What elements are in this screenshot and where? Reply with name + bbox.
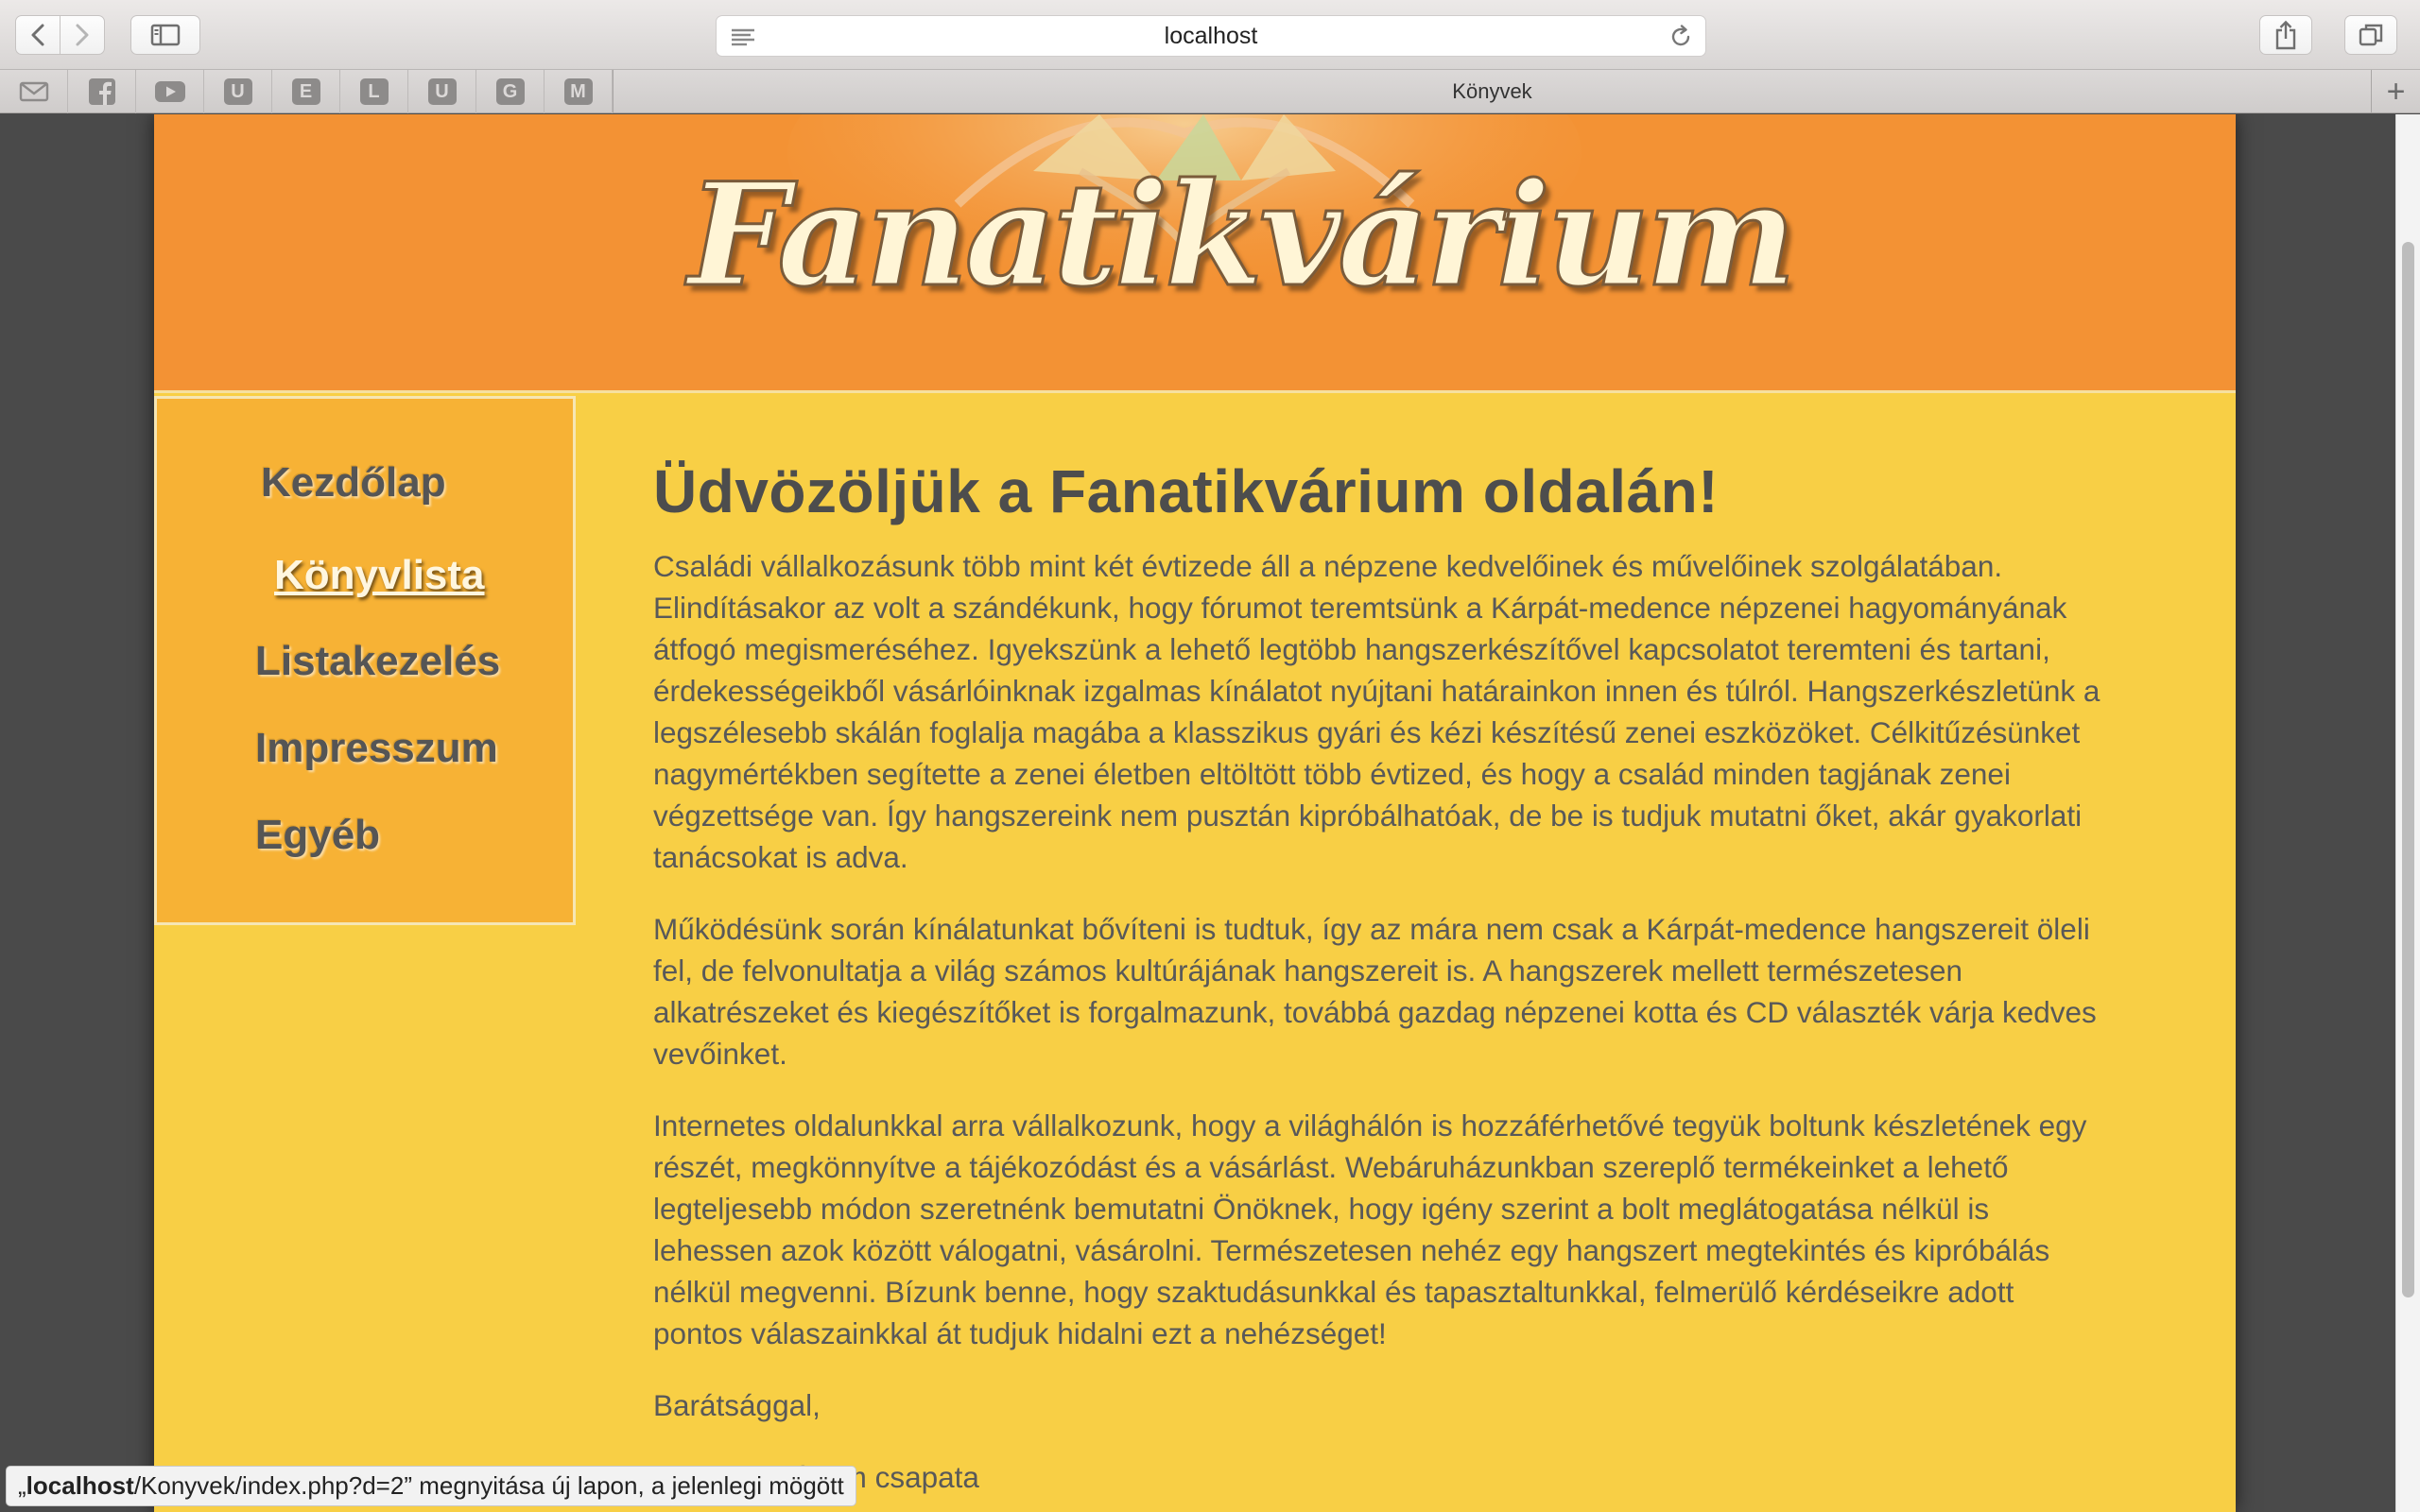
share-button[interactable] bbox=[2259, 15, 2312, 55]
nav-link-listakezeles[interactable]: Listakezelés bbox=[255, 638, 500, 685]
chevron-left-icon bbox=[31, 24, 44, 46]
site-page: Fanatikvárium Kezdőlap Könyvlista Listak… bbox=[154, 114, 2236, 1512]
link-status-bar: „ localhost/Konyvek/index.php?d=2” megnyi… bbox=[6, 1466, 856, 1506]
bookmark-u2[interactable]: U bbox=[408, 70, 476, 113]
status-suffix: ” megnyitása új lapon, a jelenlegi mögöt… bbox=[404, 1471, 844, 1500]
status-host: localhost bbox=[26, 1471, 134, 1500]
status-prefix: „ bbox=[18, 1471, 26, 1500]
forward-button[interactable] bbox=[60, 15, 105, 55]
page-scrollbar[interactable] bbox=[2395, 114, 2420, 1512]
reload-icon[interactable] bbox=[1668, 24, 1694, 50]
youtube-icon bbox=[154, 81, 185, 102]
bookmark-letter: L bbox=[359, 78, 389, 105]
bookmark-facebook[interactable] bbox=[68, 70, 136, 113]
sidebar-toggle-button[interactable] bbox=[130, 15, 200, 55]
back-button[interactable] bbox=[15, 15, 60, 55]
intro-paragraph: Családi vállalkozásunk több mint két évt… bbox=[653, 549, 2100, 874]
bookmark-g[interactable]: G bbox=[476, 70, 544, 113]
bookmark-letter: U bbox=[223, 78, 252, 105]
web-viewport: Fanatikvárium Kezdőlap Könyvlista Listak… bbox=[0, 114, 2420, 1512]
sidebar-icon bbox=[150, 24, 181, 46]
bookmark-youtube[interactable] bbox=[136, 70, 204, 113]
offer-paragraph: Működésünk során kínálatunkat bővíteni i… bbox=[653, 912, 2097, 1071]
active-tab[interactable]: Könyvek bbox=[613, 70, 2371, 113]
facebook-icon bbox=[88, 78, 115, 105]
bookmark-l[interactable]: L bbox=[340, 70, 408, 113]
bookmark-m[interactable]: M bbox=[544, 70, 613, 113]
nav-link-egyeb[interactable]: Egyéb bbox=[255, 812, 380, 859]
scrollbar-thumb[interactable] bbox=[2402, 242, 2414, 1297]
bookmark-u1[interactable]: U bbox=[204, 70, 272, 113]
signature-line: A Fanatikvárium csapata bbox=[653, 1460, 979, 1494]
site-nav-menu: Kezdőlap Könyvlista Listakezelés Impress… bbox=[154, 396, 576, 925]
site-logo[interactable]: Fanatikvárium bbox=[687, 151, 1798, 320]
greeting-line: Barátsággal, bbox=[653, 1388, 821, 1422]
nav-link-kezdolap[interactable]: Kezdőlap bbox=[261, 459, 446, 507]
tabs-overview-icon bbox=[2359, 24, 2383, 46]
show-tabs-button[interactable] bbox=[2344, 15, 2397, 55]
address-bar[interactable]: localhost bbox=[716, 15, 1706, 57]
webshop-paragraph: Internetes oldalunkkal arra vállalkozunk… bbox=[653, 1108, 2087, 1350]
nav-link-impresszum[interactable]: Impresszum bbox=[255, 725, 498, 772]
new-tab-button[interactable]: + bbox=[2371, 70, 2420, 113]
site-header: Fanatikvárium bbox=[154, 114, 2236, 393]
main-content: Üdvözöljük a Fanatikvárium oldalán! Csal… bbox=[653, 456, 2232, 1512]
bookmark-mail[interactable] bbox=[0, 70, 68, 113]
bookmark-letter: M bbox=[563, 78, 593, 105]
bookmark-letter: E bbox=[291, 78, 320, 105]
status-path: /Konyvek/index.php?d=2 bbox=[133, 1471, 405, 1500]
bookmark-letter: U bbox=[427, 78, 457, 105]
share-icon bbox=[2275, 20, 2296, 50]
page-heading: Üdvözöljük a Fanatikvárium oldalán! bbox=[653, 457, 1720, 525]
browser-toolbar: localhost bbox=[0, 0, 2420, 70]
chevron-right-icon bbox=[76, 24, 89, 46]
bookmark-e[interactable]: E bbox=[272, 70, 340, 113]
bookmark-letter: G bbox=[495, 78, 525, 105]
reader-view-icon[interactable] bbox=[730, 26, 756, 47]
tab-title: Könyvek bbox=[1452, 79, 1532, 103]
address-text[interactable]: localhost bbox=[1165, 23, 1258, 50]
mail-icon bbox=[19, 81, 48, 102]
nav-link-konyvlista[interactable]: Könyvlista bbox=[274, 552, 485, 599]
